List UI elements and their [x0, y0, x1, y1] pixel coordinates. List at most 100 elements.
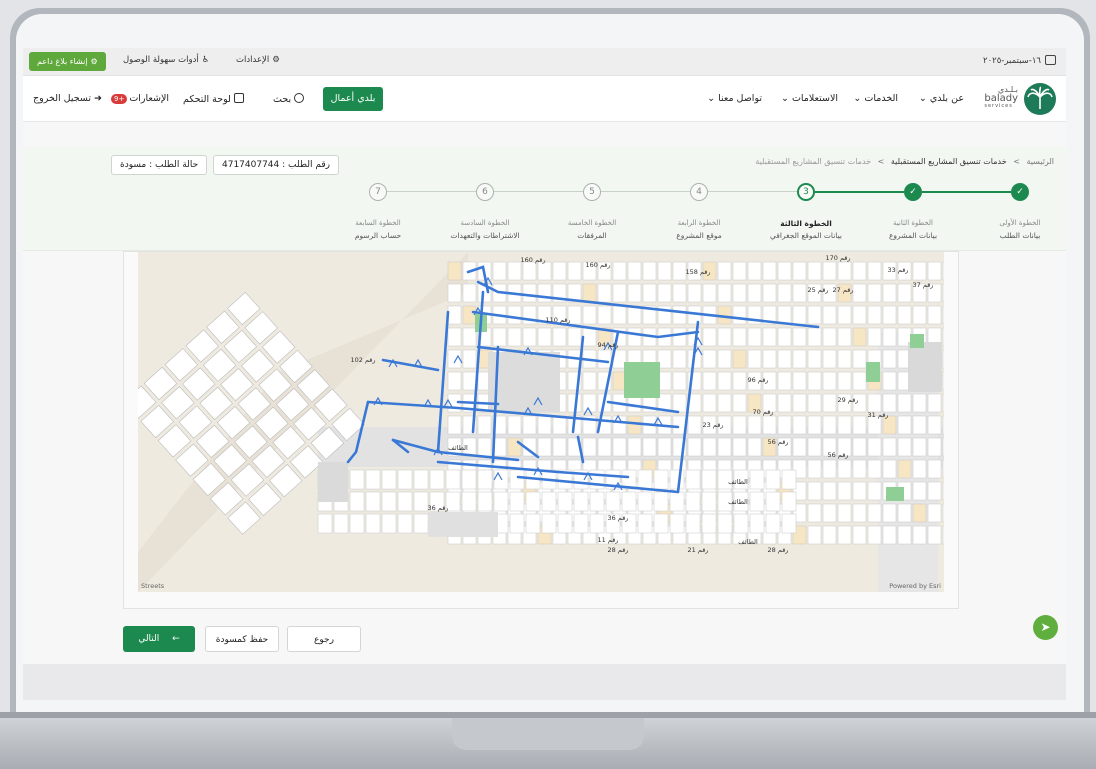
map-block: [927, 459, 942, 479]
back-button[interactable]: رجوع: [287, 626, 361, 652]
map-street-label: رقم 33: [888, 266, 909, 274]
map-street-label: رقم 23: [703, 421, 724, 429]
map-block: [462, 349, 477, 369]
map-block: [537, 327, 552, 347]
report-label: إنشاء بلاغ داعم: [37, 57, 88, 66]
search-icon: [294, 93, 305, 103]
nav-services[interactable]: الخدمات ⌄: [853, 93, 898, 104]
map-block: [461, 469, 477, 490]
map-block: [837, 525, 852, 545]
settings-link[interactable]: ⚙الإعدادات: [236, 55, 280, 65]
map-block: [912, 415, 927, 435]
map-block: [447, 371, 462, 391]
map-view[interactable]: رقم 160 رقم 160 رقم 158 رقم 170 رقم 25 رقم 27…: [138, 252, 944, 592]
map-block: [882, 349, 897, 369]
map-street-label: رقم 36: [608, 514, 629, 522]
map-block: [781, 491, 797, 512]
balady-logo[interactable]: بـلـدي balady services: [980, 83, 1056, 115]
nav-inquiries[interactable]: الاستعلامات ⌄: [781, 93, 838, 104]
map-block: [765, 513, 781, 534]
map-block: [732, 305, 747, 325]
map-block: [942, 525, 944, 545]
accessibility-link[interactable]: ♿أدوات سهولة الوصول: [123, 55, 209, 65]
map-block: [582, 437, 597, 457]
map-block: [462, 327, 477, 347]
send-icon[interactable]: ➤: [1033, 615, 1058, 640]
map-block: [822, 261, 837, 281]
map-block: [792, 349, 807, 369]
breadcrumb-service[interactable]: خدمات تنسيق المشاريع المستقبلية: [891, 157, 1007, 166]
map-block: [537, 415, 552, 435]
step-circle-4: 4: [690, 183, 708, 201]
map-block: [807, 393, 822, 413]
next-button[interactable]: التالي ←: [123, 626, 195, 652]
map-block: [747, 261, 762, 281]
map-block: [349, 491, 365, 512]
map-block: [537, 261, 552, 281]
map-block: [717, 327, 732, 347]
notifications-link[interactable]: الإشعارات+9: [109, 93, 169, 104]
map-block: [852, 525, 867, 545]
map-block: [837, 349, 852, 369]
map-block: [927, 481, 942, 501]
map-canvas[interactable]: رقم 160 رقم 160 رقم 158 رقم 170 رقم 25 رقم 27…: [138, 252, 944, 592]
map-block: [653, 469, 669, 490]
map-block: [837, 305, 852, 325]
logout-link[interactable]: ➜تسجيل الخروج: [33, 93, 102, 104]
chevron-down-icon: ⌄: [853, 93, 862, 104]
map-block: [897, 503, 912, 523]
map-block: [912, 481, 927, 501]
map-block: [867, 503, 882, 523]
map-block: [461, 491, 477, 512]
business-button[interactable]: بلدي أعمال: [323, 87, 383, 111]
step-title-4: الخطوة الرابعة: [677, 219, 721, 227]
map-block: [807, 261, 822, 281]
map-block: [582, 393, 597, 413]
map-block: [672, 371, 687, 391]
map-block: [702, 393, 717, 413]
map-block: [701, 469, 717, 490]
map-block: [507, 305, 522, 325]
map-block: [807, 481, 822, 501]
map-block: [777, 371, 792, 391]
map-block: [582, 327, 597, 347]
save-draft-button[interactable]: حفظ كمسودة: [205, 626, 279, 652]
map-block: [493, 469, 509, 490]
map-block: [687, 437, 702, 457]
map-block: [541, 513, 557, 534]
search-link[interactable]: بحث: [273, 93, 305, 105]
map-block: [702, 349, 717, 369]
map-attribution-esri: Powered by Esri: [889, 582, 941, 590]
map-block: [777, 415, 792, 435]
map-street-label: الطائف: [728, 478, 748, 486]
map-block: [792, 327, 807, 347]
map-gray-plot: [428, 512, 498, 537]
map-block: [657, 283, 672, 303]
map-block: [653, 491, 669, 512]
report-button[interactable]: ⚙إنشاء بلاغ داعم: [29, 52, 106, 71]
map-block: [642, 261, 657, 281]
map-block: [732, 349, 747, 369]
map-block: [882, 503, 897, 523]
breadcrumb-separator: >: [877, 157, 885, 166]
map-block: [672, 349, 687, 369]
map-block: [365, 513, 381, 534]
nav-about[interactable]: عن بلدي ⌄: [919, 93, 964, 104]
step-subtitle-4: موقع المشروع: [676, 231, 722, 240]
map-block: [912, 437, 927, 457]
nav-contact[interactable]: تواصل معنا ⌄: [707, 93, 762, 104]
map-block: [507, 327, 522, 347]
map-block: [537, 283, 552, 303]
map-block: [852, 437, 867, 457]
dashboard-label: لوحة التحكم: [183, 94, 231, 105]
breadcrumb-home[interactable]: الرئيسية: [1026, 157, 1054, 166]
map-street-label: رقم 70: [753, 408, 774, 416]
map-block: [852, 283, 867, 303]
map-gray-plot: [318, 462, 348, 502]
dashboard-link[interactable]: لوحة التحكم: [183, 93, 244, 105]
map-block: [762, 327, 777, 347]
map-block: [605, 491, 621, 512]
map-block: [765, 469, 781, 490]
request-number: رقم الطلب : 4717407744: [213, 155, 339, 175]
map-block: [582, 283, 597, 303]
